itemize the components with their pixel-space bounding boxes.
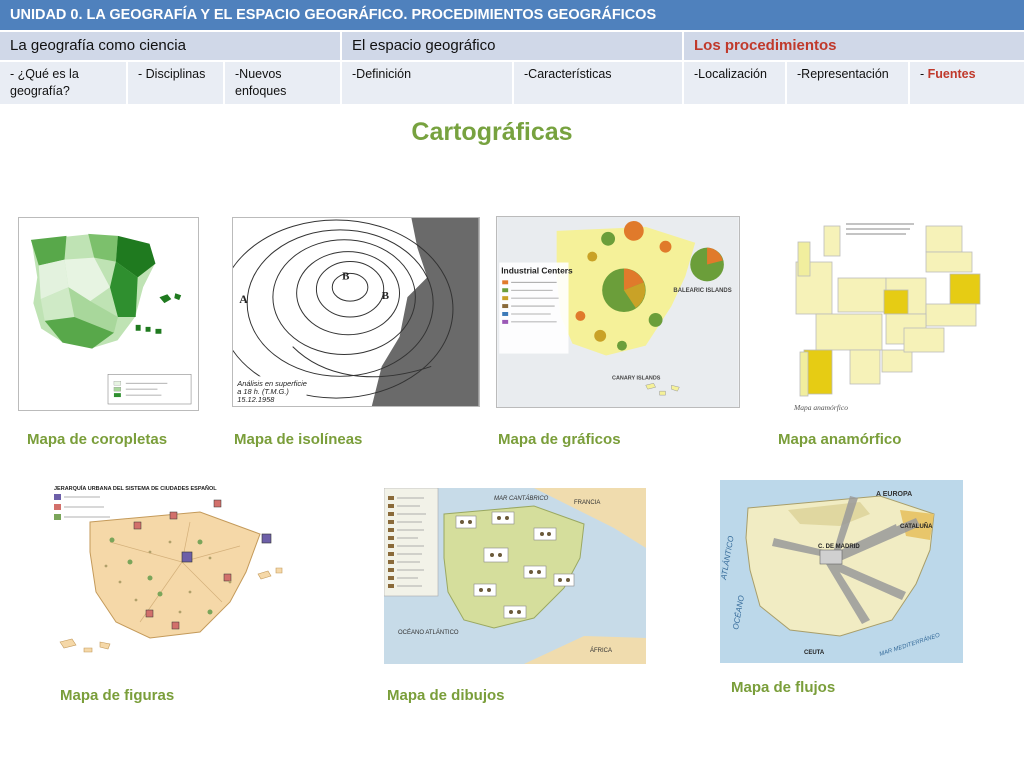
flows-madrid-label: C. DE MADRID <box>818 544 860 550</box>
graphics-map-image: Industrial Centers BALEARIC ISLANDS CANA… <box>496 216 740 408</box>
link-definicion[interactable]: -Definición <box>342 62 514 104</box>
caption-choropleth: Mapa de coropletas <box>27 431 168 448</box>
link-que-es-geografia[interactable]: - ¿Qué es la geografía? <box>0 62 128 104</box>
figures-map-title: JERARQUÍA URBANA DEL SISTEMA DE CIUDADES… <box>54 484 217 492</box>
drawings-ocean-label: OCÉANO ATLÁNTICO <box>398 629 459 636</box>
svg-text:A: A <box>239 292 248 306</box>
link-caracteristicas[interactable]: -Características <box>514 62 684 104</box>
svg-text:B: B <box>382 290 389 302</box>
drawings-sea-label: MAR CANTÁBRICO <box>494 495 549 502</box>
drawings-france-label: FRANCIA <box>574 500 600 506</box>
caption-anamorphic: Mapa anamórfico <box>778 431 902 448</box>
tab-procedimientos[interactable]: Los procedimientos <box>684 32 1024 60</box>
link-localizacion[interactable]: -Localización <box>684 62 787 104</box>
flows-cataluna-label: CATALUÑA <box>900 523 933 530</box>
caption-figures: Mapa de figuras <box>60 687 175 704</box>
anamorphic-map-image: Mapa anamórfico <box>786 218 982 413</box>
tab-geografia-ciencia[interactable]: La geografía como ciencia <box>0 32 342 60</box>
drawings-map-image: MAR CANTÁBRICO FRANCIA OCÉANO ATLÁNTICO … <box>384 488 646 664</box>
flows-map-image: A EUROPA C. DE MADRID CATALUÑA ATLÁNTICO… <box>720 480 963 663</box>
subsection-links: - ¿Qué es la geografía? - Disciplinas -N… <box>0 62 1024 104</box>
isolines-map-image: B B A Análisis en superficie a 18 h. (T.… <box>232 217 480 407</box>
link-nuevos-enfoques[interactable]: -Nuevos enfoques <box>225 62 342 104</box>
flows-europe-label: A EUROPA <box>876 491 912 498</box>
caption-flows: Mapa de flujos <box>731 679 836 696</box>
link-disciplinas[interactable]: - Disciplinas <box>128 62 225 104</box>
page-title: Cartográficas <box>411 118 573 146</box>
drawings-africa-label: ÁFRICA <box>590 647 612 654</box>
choropleth-map-image <box>18 217 199 411</box>
unit-header: UNIDAD 0. LA GEOGRAFÍA Y EL ESPACIO GEOG… <box>0 0 1024 30</box>
caption-drawings: Mapa de dibujos <box>387 687 505 704</box>
section-tabs: La geografía como ciencia El espacio geo… <box>0 32 1024 60</box>
link-representacion[interactable]: -Representación <box>787 62 910 104</box>
link-fuentes[interactable]: - Fuentes <box>910 62 1024 104</box>
balearic-label: BALEARIC ISLANDS <box>673 288 731 294</box>
anamorphic-inner-label: Mapa anamórfico <box>793 403 848 412</box>
caption-isolines: Mapa de isolíneas <box>234 431 363 448</box>
svg-text:B: B <box>342 270 349 282</box>
canary-label: CANARY ISLANDS <box>612 375 661 381</box>
industrial-legend-title: Industrial Centers <box>501 265 573 275</box>
caption-graphics: Mapa de gráficos <box>498 431 621 448</box>
tab-espacio-geografico[interactable]: El espacio geográfico <box>342 32 684 60</box>
isolines-caption-line3: 15.12.1958 <box>237 395 275 404</box>
flows-ceuta-label: CEUTA <box>804 650 825 656</box>
figures-map-image: JERARQUÍA URBANA DEL SISTEMA DE CIUDADES… <box>50 482 301 665</box>
